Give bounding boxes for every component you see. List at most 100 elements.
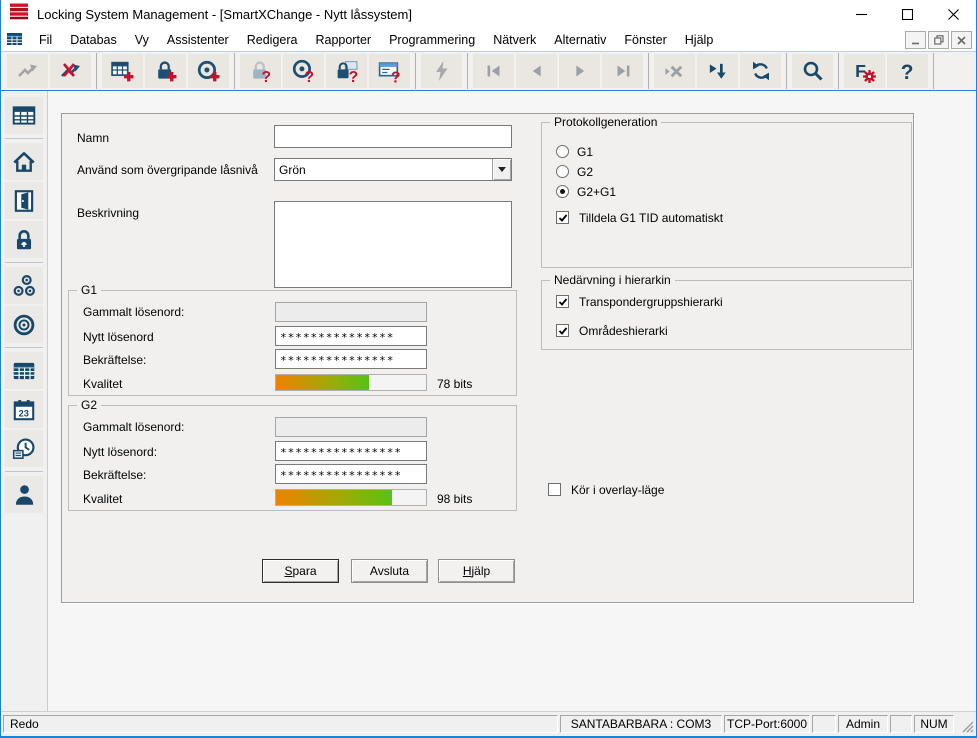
mdi-restore-button[interactable] bbox=[928, 31, 949, 49]
svg-text:?: ? bbox=[901, 60, 914, 83]
level-select[interactable]: Grön bbox=[274, 158, 512, 181]
new-lock-icon[interactable] bbox=[145, 54, 186, 88]
statusbar: Redo SANTABARBARA : COM3 TCP-Port:6000 A… bbox=[1, 711, 976, 736]
refresh-icon[interactable] bbox=[740, 54, 781, 88]
help-button[interactable]: Hjälp bbox=[438, 559, 515, 583]
help-icon[interactable]: ? bbox=[887, 54, 928, 88]
sidebar-item-schedule[interactable] bbox=[5, 352, 43, 389]
last-record-icon[interactable] bbox=[602, 54, 643, 88]
svg-text:23: 23 bbox=[19, 408, 29, 418]
name-input[interactable] bbox=[274, 125, 512, 148]
menu-item-natverk[interactable]: Nätverk bbox=[484, 30, 545, 50]
tid-auto-label: Tilldela G1 TID automatiskt bbox=[579, 211, 724, 225]
search-icon[interactable] bbox=[792, 54, 833, 88]
description-label: Beskrivning bbox=[77, 206, 140, 220]
sidebar-item-door[interactable] bbox=[5, 182, 43, 219]
exit-button[interactable]: Avsluta bbox=[351, 559, 428, 583]
status-tcp-port: TCP-Port:6000 bbox=[724, 714, 810, 733]
g2-quality-bits: 98 bits bbox=[437, 492, 473, 506]
new-transponder-icon[interactable] bbox=[188, 54, 229, 88]
sidebar-item-time-zones[interactable] bbox=[5, 430, 43, 467]
app-body: 23 Namn Använd som övergripande låsnivå … bbox=[1, 91, 976, 711]
sidebar-item-lock[interactable] bbox=[5, 221, 43, 258]
close-button[interactable] bbox=[930, 0, 976, 28]
menu-item-rapporter[interactable]: Rapporter bbox=[306, 30, 380, 50]
g2-quality-label: Kvalitet bbox=[83, 492, 123, 506]
svg-text:?: ? bbox=[262, 68, 272, 83]
sidebar-item-transponder-groups[interactable] bbox=[5, 267, 43, 304]
menu-item-alternativ[interactable]: Alternativ bbox=[545, 30, 615, 50]
toolbar-separator bbox=[838, 53, 839, 89]
menu-item-assistenter[interactable]: Assistenter bbox=[158, 30, 238, 50]
resize-grip[interactable] bbox=[956, 714, 974, 733]
sidebar-separator bbox=[5, 138, 43, 139]
g2-new-password-input[interactable] bbox=[275, 441, 427, 461]
radio-g1[interactable] bbox=[556, 145, 569, 158]
menu-item-programmering[interactable]: Programmering bbox=[380, 30, 484, 50]
mdi-child-system-icon[interactable] bbox=[6, 31, 24, 48]
disconnect-icon[interactable] bbox=[50, 54, 91, 88]
area-hierarchy-checkbox[interactable] bbox=[556, 324, 569, 337]
radio-selected-dot bbox=[560, 189, 565, 194]
radio-g2g1-label: G2+G1 bbox=[577, 185, 617, 199]
chevron-down-icon bbox=[498, 167, 506, 172]
sidebar-item-transponder[interactable] bbox=[5, 306, 43, 343]
filter-settings-icon[interactable]: F bbox=[844, 54, 885, 88]
mdi-minimize-button[interactable] bbox=[905, 31, 926, 49]
menubar: Fil Databas Vy Assistenter Redigera Rapp… bbox=[1, 28, 976, 52]
g1-old-password-input bbox=[275, 302, 427, 322]
app-logo-icon bbox=[8, 2, 30, 26]
menu-item-vy[interactable]: Vy bbox=[126, 30, 158, 50]
menu-item-fil[interactable]: Fil bbox=[30, 30, 61, 50]
save-button[interactable]: Spara bbox=[262, 559, 339, 583]
area-hierarchy-label: Områdeshierarki bbox=[579, 324, 668, 338]
g1-confirm-password-input[interactable] bbox=[275, 349, 427, 369]
menu-item-fonster[interactable]: Fönster bbox=[615, 30, 675, 50]
cancel-navigation-icon[interactable] bbox=[654, 54, 695, 88]
toolbar-separator bbox=[786, 53, 787, 89]
menu-item-redigera[interactable]: Redigera bbox=[238, 30, 307, 50]
radio-g2-label: G2 bbox=[577, 165, 594, 179]
read-transponder-icon[interactable]: ? bbox=[283, 54, 324, 88]
read-lock-icon[interactable]: ? bbox=[240, 54, 281, 88]
g1-new-password-label: Nytt lösenord bbox=[83, 330, 154, 344]
program-icon[interactable] bbox=[421, 54, 462, 88]
read-lock-g1-icon[interactable]: ? bbox=[326, 54, 367, 88]
window-title: Locking System Management - [SmartXChang… bbox=[37, 6, 412, 22]
read-network-icon[interactable]: ? bbox=[369, 54, 410, 88]
tid-auto-checkbox[interactable] bbox=[556, 211, 569, 224]
menu-item-hjalp[interactable]: Hjälp bbox=[676, 30, 723, 50]
transponder-group-hierarchy-checkbox[interactable] bbox=[556, 295, 569, 308]
g2-confirm-password-label: Bekräftelse: bbox=[83, 468, 147, 482]
radio-g2g1[interactable] bbox=[556, 185, 569, 198]
connect-icon[interactable] bbox=[7, 54, 48, 88]
check-icon bbox=[558, 297, 567, 306]
radio-g2[interactable] bbox=[556, 165, 569, 178]
status-user-text: Admin bbox=[845, 716, 880, 731]
status-tcp-port-text: TCP-Port:6000 bbox=[726, 716, 808, 731]
menu-item-databas[interactable]: Databas bbox=[61, 30, 126, 50]
previous-record-icon[interactable] bbox=[516, 54, 557, 88]
next-record-icon[interactable] bbox=[559, 54, 600, 88]
sidebar-item-user[interactable] bbox=[5, 476, 43, 513]
g2-old-password-input bbox=[275, 417, 427, 437]
toolbar-separator bbox=[648, 53, 649, 89]
sidebar-item-calendar[interactable]: 23 bbox=[5, 391, 43, 428]
goto-record-icon[interactable] bbox=[697, 54, 738, 88]
status-message-text: Redo bbox=[10, 716, 39, 731]
new-locking-system-icon[interactable] bbox=[102, 54, 143, 88]
status-empty-panel bbox=[812, 714, 836, 733]
sidebar-item-locking-system-matrix[interactable] bbox=[5, 97, 43, 134]
status-com-port-text: SANTABARBARA : COM3 bbox=[570, 716, 712, 731]
sidebar-item-building[interactable] bbox=[5, 143, 43, 180]
maximize-button[interactable] bbox=[884, 0, 930, 28]
overlay-mode-checkbox[interactable] bbox=[548, 483, 561, 496]
protocol-generation-group: Protokollgeneration G1 G2 G2+G1 Tilldela… bbox=[541, 115, 912, 268]
level-dropdown-button[interactable] bbox=[492, 159, 511, 180]
minimize-button[interactable] bbox=[838, 0, 884, 28]
first-record-icon[interactable] bbox=[473, 54, 514, 88]
g2-confirm-password-input[interactable] bbox=[275, 464, 427, 484]
g1-new-password-input[interactable] bbox=[275, 326, 427, 346]
mdi-close-button[interactable] bbox=[951, 31, 972, 49]
description-textarea[interactable] bbox=[274, 201, 512, 288]
